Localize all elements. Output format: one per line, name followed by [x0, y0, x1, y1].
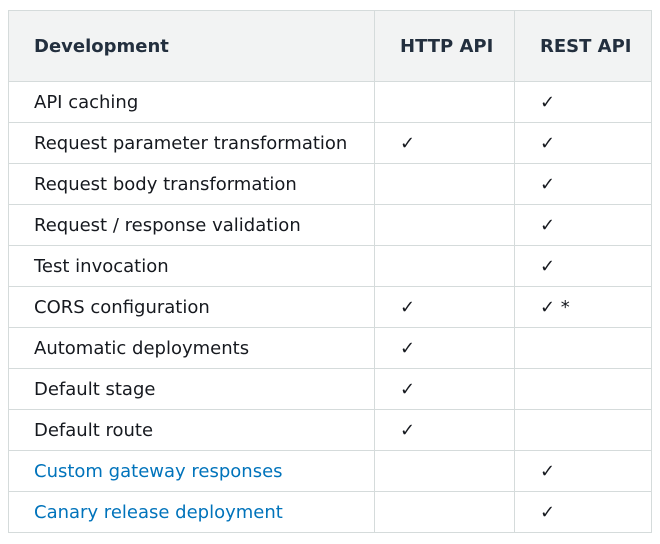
http-api-support-cell — [374, 450, 515, 492]
table-row: Automatic deployments ✓ — [8, 327, 652, 369]
feature-link[interactable]: Custom gateway responses — [34, 461, 283, 482]
rest-api-support-cell: ✓ — [514, 122, 652, 164]
table-row: Request / response validation ✓ — [8, 204, 652, 246]
rest-api-support-cell: ✓ — [514, 204, 652, 246]
table-row: Default route ✓ — [8, 409, 652, 451]
feature-comparison-table-container: Development HTTP API REST API API cachin… — [8, 10, 652, 533]
table-row: Request body transformation ✓ — [8, 163, 652, 205]
header-development: Development — [8, 10, 375, 82]
http-api-support-cell — [374, 245, 515, 287]
feature-cell: Test invocation — [8, 245, 375, 287]
rest-api-support-cell: ✓ — [514, 450, 652, 492]
feature-cell: Default route — [8, 409, 375, 451]
table-row: API caching ✓ — [8, 81, 652, 123]
table-row: Request parameter transformation ✓ ✓ — [8, 122, 652, 164]
feature-link[interactable]: Canary release deployment — [34, 502, 283, 523]
rest-api-support-cell: ✓ — [514, 245, 652, 287]
http-api-support-cell: ✓ — [374, 122, 515, 164]
feature-cell: Custom gateway responses — [8, 450, 375, 492]
rest-api-support-cell: ✓ * — [514, 286, 652, 328]
table-body: API caching ✓ Request parameter transforma… — [8, 81, 652, 533]
header-rest-api: REST API — [514, 10, 652, 82]
feature-cell: Automatic deployments — [8, 327, 375, 369]
table-row: CORS configuration ✓ ✓ * — [8, 286, 652, 328]
feature-cell: Request parameter transformation — [8, 122, 375, 164]
table-header: Development HTTP API REST API — [8, 10, 652, 82]
feature-cell: Default stage — [8, 368, 375, 410]
header-http-api: HTTP API — [374, 10, 515, 82]
http-api-support-cell — [374, 163, 515, 205]
rest-api-support-cell: ✓ — [514, 81, 652, 123]
rest-api-support-cell — [514, 368, 652, 410]
feature-cell: Request / response validation — [8, 204, 375, 246]
header-row: Development HTTP API REST API — [8, 10, 652, 82]
feature-cell: Canary release deployment — [8, 491, 375, 533]
http-api-support-cell — [374, 491, 515, 533]
feature-cell: CORS configuration — [8, 286, 375, 328]
feature-comparison-table: Development HTTP API REST API API cachin… — [8, 10, 652, 533]
table-row: Canary release deployment ✓ — [8, 491, 652, 533]
table-row: Test invocation ✓ — [8, 245, 652, 287]
http-api-support-cell: ✓ — [374, 409, 515, 451]
http-api-support-cell: ✓ — [374, 286, 515, 328]
feature-cell: API caching — [8, 81, 375, 123]
feature-cell: Request body transformation — [8, 163, 375, 205]
http-api-support-cell: ✓ — [374, 368, 515, 410]
table-row: Custom gateway responses ✓ — [8, 450, 652, 492]
http-api-support-cell: ✓ — [374, 327, 515, 369]
rest-api-support-cell: ✓ — [514, 163, 652, 205]
rest-api-support-cell — [514, 409, 652, 451]
http-api-support-cell — [374, 81, 515, 123]
http-api-support-cell — [374, 204, 515, 246]
rest-api-support-cell: ✓ — [514, 491, 652, 533]
table-row: Default stage ✓ — [8, 368, 652, 410]
rest-api-support-cell — [514, 327, 652, 369]
